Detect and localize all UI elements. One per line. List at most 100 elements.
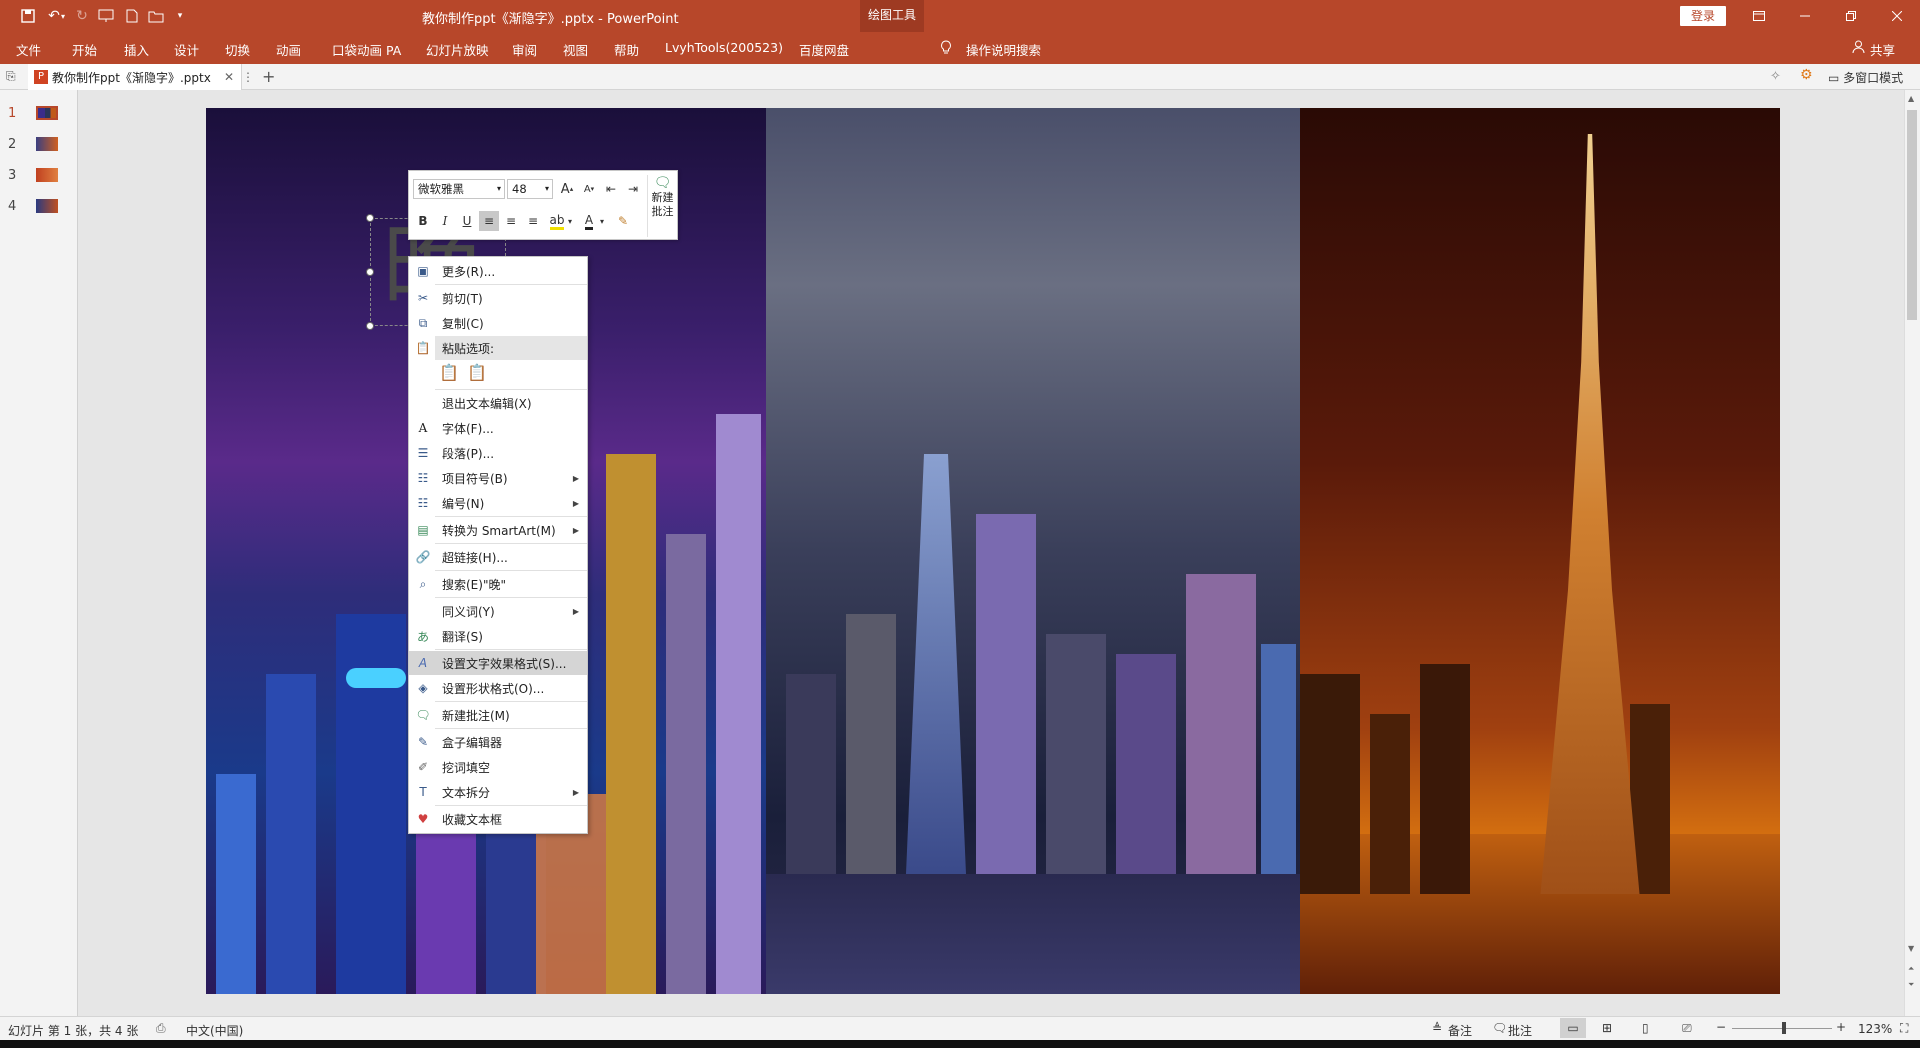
normal-view-icon[interactable]: ▭	[1560, 1018, 1586, 1038]
highlight-color-icon[interactable]: ab	[547, 211, 567, 231]
resize-handle-tl[interactable]	[366, 214, 374, 222]
paste-picture-icon[interactable]: 📋	[467, 363, 487, 385]
menu-item-search[interactable]: ⌕ 搜索(E)"晚"	[409, 572, 587, 596]
tell-me-search[interactable]: 操作说明搜索	[966, 40, 1041, 59]
menu-item-cut[interactable]: ✂ 剪切(T)	[409, 286, 587, 310]
menu-item-format-text-effects[interactable]: A 设置文字效果格式(S)...	[409, 651, 587, 675]
share-icon[interactable]	[1852, 40, 1865, 56]
menu-item-copy[interactable]: ⧉ 复制(C)	[409, 311, 587, 335]
tab-menu-icon[interactable]: ⋮	[242, 70, 254, 84]
menu-item-exit-text-edit[interactable]: 退出文本编辑(X)	[409, 391, 587, 415]
tab-transitions[interactable]: 切换	[225, 40, 250, 59]
tab-lvyhtools[interactable]: LvyhTools(200523)	[665, 40, 783, 55]
slide-sorter-icon[interactable]: ⊞	[1602, 1021, 1612, 1035]
new-tab-icon[interactable]: +	[262, 67, 275, 86]
increase-indent-icon[interactable]: ⇥	[623, 179, 643, 199]
document-list-icon[interactable]: ⎘	[6, 69, 22, 85]
start-from-beginning-icon[interactable]	[96, 6, 116, 26]
previous-slide-icon[interactable]: ⏶	[1908, 964, 1914, 974]
menu-item-font[interactable]: A 字体(F)...	[409, 416, 587, 440]
settings-gear-icon[interactable]: ⚙	[1800, 67, 1813, 83]
save-icon[interactable]	[18, 6, 38, 26]
slide-thumbnail-4[interactable]: 4	[8, 197, 59, 215]
sparkle-icon[interactable]: ✧	[1770, 69, 1781, 84]
paste-keep-format-icon[interactable]: 📋	[439, 363, 459, 385]
format-painter-icon[interactable]: ✎	[613, 211, 633, 231]
align-right-icon[interactable]: ≡	[523, 211, 543, 231]
fit-to-window-icon[interactable]: ⛶	[1900, 1021, 1908, 1036]
login-button[interactable]: 登录	[1680, 6, 1726, 26]
tab-view[interactable]: 视图	[563, 40, 588, 59]
menu-item-format-shape[interactable]: ◈ 设置形状格式(O)...	[409, 676, 587, 700]
menu-item-hyperlink[interactable]: 🔗 超链接(H)...	[409, 545, 587, 569]
menu-item-box-editor[interactable]: ✎ 盒子编辑器	[409, 730, 587, 754]
font-color-icon[interactable]: A	[579, 211, 599, 231]
scroll-thumb[interactable]	[1907, 110, 1917, 320]
tab-insert[interactable]: 插入	[124, 40, 149, 59]
scroll-up-icon[interactable]: ▲	[1908, 94, 1914, 103]
resize-handle-ml[interactable]	[366, 268, 374, 276]
tab-slideshow[interactable]: 幻灯片放映	[426, 40, 489, 59]
language-indicator[interactable]: 中文(中国)	[186, 1022, 243, 1039]
tab-design[interactable]: 设计	[174, 40, 199, 59]
shrink-font-button[interactable]: A ▾	[579, 179, 599, 199]
menu-item-new-comment[interactable]: 🗨 新建批注(M)	[409, 703, 587, 727]
accessibility-icon[interactable]: ⎙	[156, 1021, 166, 1036]
chevron-down-icon[interactable]: ▾	[565, 211, 575, 231]
zoom-out-icon[interactable]: −	[1716, 1020, 1726, 1034]
align-left-icon[interactable]: ≡	[479, 211, 499, 231]
open-folder-icon[interactable]	[146, 6, 166, 26]
menu-item-favorite-textbox[interactable]: ♥ 收藏文本框	[409, 807, 587, 831]
menu-item-paragraph[interactable]: ☰ 段落(P)...	[409, 441, 587, 465]
menu-item-translate[interactable]: あ 翻译(S)	[409, 624, 587, 648]
zoom-slider-thumb[interactable]	[1782, 1022, 1786, 1034]
tab-help[interactable]: 帮助	[614, 40, 639, 59]
tab-baidu-netdisk[interactable]: 百度网盘	[799, 40, 849, 59]
italic-button[interactable]: I	[435, 211, 455, 231]
slideshow-icon[interactable]: ⎚	[1682, 1021, 1692, 1036]
customize-qat-icon[interactable]: ▾	[170, 6, 190, 26]
menu-item-fill-blank[interactable]: ✐ 挖词填空	[409, 755, 587, 779]
tab-file[interactable]: 文件	[16, 40, 41, 59]
slide-thumbnail-2[interactable]: 2	[8, 135, 59, 153]
slide-thumbnail-3[interactable]: 3	[8, 166, 59, 184]
comments-button[interactable]: 批注	[1508, 1022, 1532, 1039]
multi-window-mode[interactable]: ▭ 多窗口模式	[1828, 69, 1903, 86]
notes-button[interactable]: 备注	[1448, 1022, 1472, 1039]
share-button[interactable]: 共享	[1870, 40, 1895, 59]
underline-button[interactable]: U	[457, 211, 477, 231]
tab-pocket-animation[interactable]: 口袋动画 PA	[332, 40, 401, 59]
tab-home[interactable]: 开始	[72, 40, 97, 59]
vertical-scrollbar[interactable]: ▲ ▼ ⏶ ⏷	[1904, 90, 1920, 1016]
zoom-level[interactable]: 123%	[1858, 1022, 1892, 1036]
menu-item-bullets[interactable]: ☷ 项目符号(B) ▶	[409, 466, 587, 490]
font-size-select[interactable]: 48 ▾	[507, 179, 553, 199]
menu-item-text-split[interactable]: T 文本拆分 ▶	[409, 780, 587, 804]
decrease-indent-icon[interactable]: ⇤	[601, 179, 621, 199]
restore-icon[interactable]	[1828, 0, 1874, 32]
close-icon[interactable]	[1874, 0, 1920, 32]
tab-review[interactable]: 审阅	[512, 40, 537, 59]
resize-handle-bl[interactable]	[366, 322, 374, 330]
minimize-icon[interactable]	[1782, 0, 1828, 32]
menu-item-synonyms[interactable]: 同义词(Y) ▶	[409, 599, 587, 623]
bold-button[interactable]: B	[413, 211, 433, 231]
document-tab[interactable]: P 教你制作ppt《渐隐字》.pptx ✕ ⋮	[28, 64, 254, 90]
reading-view-icon[interactable]: ▯	[1642, 1021, 1649, 1035]
zoom-in-icon[interactable]: +	[1836, 1020, 1846, 1034]
undo-dropdown-icon[interactable]: ▾	[58, 6, 68, 26]
menu-item-numbering[interactable]: ☷ 编号(N) ▶	[409, 491, 587, 515]
tab-animations[interactable]: 动画	[276, 40, 301, 59]
chevron-down-icon[interactable]: ▾	[597, 211, 607, 231]
next-slide-icon[interactable]: ⏷	[1908, 980, 1914, 990]
close-tab-icon[interactable]: ✕	[224, 70, 234, 84]
scroll-down-icon[interactable]: ▼	[1908, 944, 1914, 953]
menu-item-more[interactable]: ▣ 更多(R)...	[409, 259, 587, 283]
new-comment-button[interactable]: 🗨 新建 批注	[647, 175, 677, 237]
align-center-icon[interactable]: ≡	[501, 211, 521, 231]
redo-icon[interactable]: ↻	[72, 6, 92, 26]
ribbon-display-options-icon[interactable]	[1736, 0, 1782, 32]
font-name-select[interactable]: 微软雅黑 ▾	[413, 179, 505, 199]
menu-item-smartart[interactable]: ▤ 转换为 SmartArt(M) ▶	[409, 518, 587, 542]
grow-font-button[interactable]: A ▴	[557, 179, 577, 199]
